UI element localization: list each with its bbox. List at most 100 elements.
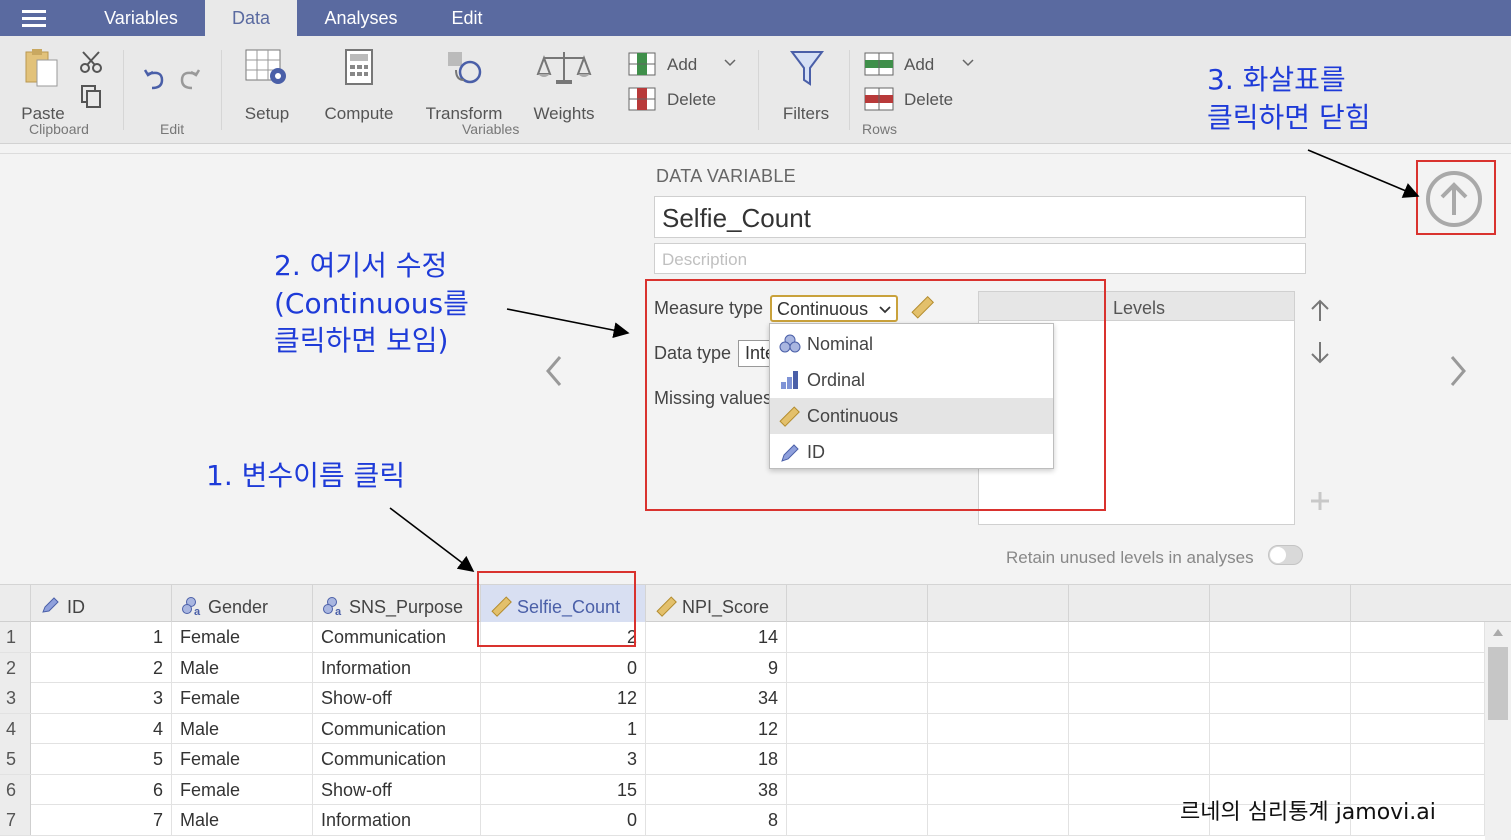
cell-empty[interactable] [787, 713, 928, 744]
row-number[interactable]: 2 [0, 652, 31, 683]
cell-sns-purpose[interactable]: Information [313, 805, 481, 835]
tab-analyses[interactable]: Analyses [302, 0, 420, 36]
cell-gender[interactable]: Female [172, 622, 313, 652]
cell-id[interactable]: 4 [31, 713, 172, 744]
vertical-scrollbar[interactable] [1485, 622, 1511, 840]
empty-column-header[interactable] [1210, 585, 1351, 622]
chevron-down-icon[interactable] [724, 59, 736, 67]
plus-icon[interactable] [1309, 490, 1331, 512]
option-nominal[interactable]: Nominal [770, 326, 1053, 362]
hamburger-menu-icon[interactable] [22, 10, 46, 27]
column-header-gender[interactable]: a Gender [172, 585, 313, 622]
cell-empty[interactable] [787, 774, 928, 805]
cell-gender[interactable]: Female [172, 683, 313, 713]
cell-empty[interactable] [1351, 683, 1485, 713]
cell-empty[interactable] [928, 683, 1069, 713]
description-field[interactable]: Description [654, 243, 1306, 274]
cell-selfie-count[interactable]: 0 [481, 805, 646, 835]
cell-empty[interactable] [1069, 744, 1210, 774]
column-header-selfie-count[interactable]: Selfie_Count [481, 585, 646, 622]
tab-edit[interactable]: Edit [425, 0, 509, 36]
cell-empty[interactable] [1210, 744, 1351, 774]
cell-npi-score[interactable]: 38 [646, 774, 787, 805]
tab-variables[interactable]: Variables [80, 0, 202, 36]
tab-data[interactable]: Data [205, 0, 297, 36]
arrow-up-icon[interactable] [1310, 298, 1330, 322]
cell-empty[interactable] [1069, 683, 1210, 713]
scrollbar-thumb[interactable] [1488, 647, 1508, 720]
row-number[interactable]: 4 [0, 713, 31, 744]
row-number[interactable]: 3 [0, 683, 31, 713]
empty-column-header[interactable] [787, 585, 928, 622]
empty-column-header[interactable] [1351, 585, 1511, 622]
cell-empty[interactable] [1210, 652, 1351, 683]
cell-empty[interactable] [1210, 713, 1351, 744]
cell-npi-score[interactable]: 14 [646, 622, 787, 652]
next-variable-icon[interactable] [1448, 355, 1468, 387]
variable-name-field[interactable]: Selfie_Count [654, 196, 1306, 238]
cell-gender[interactable]: Male [172, 805, 313, 835]
option-id[interactable]: ID [770, 434, 1053, 470]
filters-button[interactable]: Filters [774, 46, 838, 123]
column-header-sns-purpose[interactable]: a SNS_Purpose [313, 585, 481, 622]
cell-selfie-count[interactable]: 0 [481, 652, 646, 683]
collapse-arrow-up-icon[interactable] [1425, 170, 1483, 228]
cell-selfie-count[interactable]: 15 [481, 774, 646, 805]
cell-sns-purpose[interactable]: Information [313, 652, 481, 683]
compute-button[interactable]: Compute [318, 46, 400, 123]
cell-id[interactable]: 2 [31, 652, 172, 683]
delete-variable-button[interactable]: Delete [667, 90, 716, 110]
cell-empty[interactable] [928, 774, 1069, 805]
cell-npi-score[interactable]: 34 [646, 683, 787, 713]
cell-sns-purpose[interactable]: Show-off [313, 683, 481, 713]
cell-empty[interactable] [1210, 622, 1351, 652]
data-type-select[interactable]: Inte [738, 340, 775, 367]
add-variable-button[interactable]: Add [667, 55, 697, 75]
cell-sns-purpose[interactable]: Communication [313, 744, 481, 774]
cell-empty[interactable] [1069, 713, 1210, 744]
arrow-down-icon[interactable] [1310, 341, 1330, 365]
copy-icon[interactable] [80, 84, 102, 108]
cell-gender[interactable]: Female [172, 774, 313, 805]
cell-npi-score[interactable]: 12 [646, 713, 787, 744]
cell-empty[interactable] [928, 805, 1069, 835]
cell-empty[interactable] [1351, 744, 1485, 774]
cell-gender[interactable]: Female [172, 744, 313, 774]
transform-button[interactable]: Transform [420, 46, 508, 123]
option-ordinal[interactable]: Ordinal [770, 362, 1053, 398]
add-row-button[interactable]: Add [904, 55, 934, 75]
paste-button[interactable]: Paste [14, 46, 72, 123]
cell-empty[interactable] [1069, 652, 1210, 683]
cell-empty[interactable] [1069, 622, 1210, 652]
measure-type-select[interactable]: Continuous [770, 295, 898, 322]
chevron-down-icon[interactable] [962, 59, 974, 67]
cell-id[interactable]: 6 [31, 774, 172, 805]
cell-selfie-count[interactable]: 12 [481, 683, 646, 713]
cell-empty[interactable] [928, 713, 1069, 744]
cell-empty[interactable] [928, 652, 1069, 683]
cell-id[interactable]: 5 [31, 744, 172, 774]
cell-empty[interactable] [787, 805, 928, 835]
cell-empty[interactable] [928, 744, 1069, 774]
delete-row-button[interactable]: Delete [904, 90, 953, 110]
cell-empty[interactable] [1210, 683, 1351, 713]
cell-gender[interactable]: Male [172, 652, 313, 683]
cell-empty[interactable] [928, 622, 1069, 652]
cell-sns-purpose[interactable]: Communication [313, 622, 481, 652]
setup-button[interactable]: Setup [236, 46, 298, 123]
redo-icon[interactable] [176, 66, 202, 92]
column-header-npi-score[interactable]: NPI_Score [646, 585, 787, 622]
cell-empty[interactable] [787, 622, 928, 652]
column-header-id[interactable]: ID [31, 585, 172, 622]
option-continuous[interactable]: Continuous [770, 398, 1053, 434]
cell-npi-score[interactable]: 9 [646, 652, 787, 683]
row-number[interactable]: 7 [0, 805, 31, 835]
previous-variable-icon[interactable] [544, 355, 564, 387]
cell-npi-score[interactable]: 18 [646, 744, 787, 774]
cell-sns-purpose[interactable]: Communication [313, 713, 481, 744]
cell-id[interactable]: 1 [31, 622, 172, 652]
empty-column-header[interactable] [1069, 585, 1210, 622]
cell-empty[interactable] [1351, 713, 1485, 744]
cell-empty[interactable] [787, 683, 928, 713]
row-number[interactable]: 1 [0, 622, 31, 652]
